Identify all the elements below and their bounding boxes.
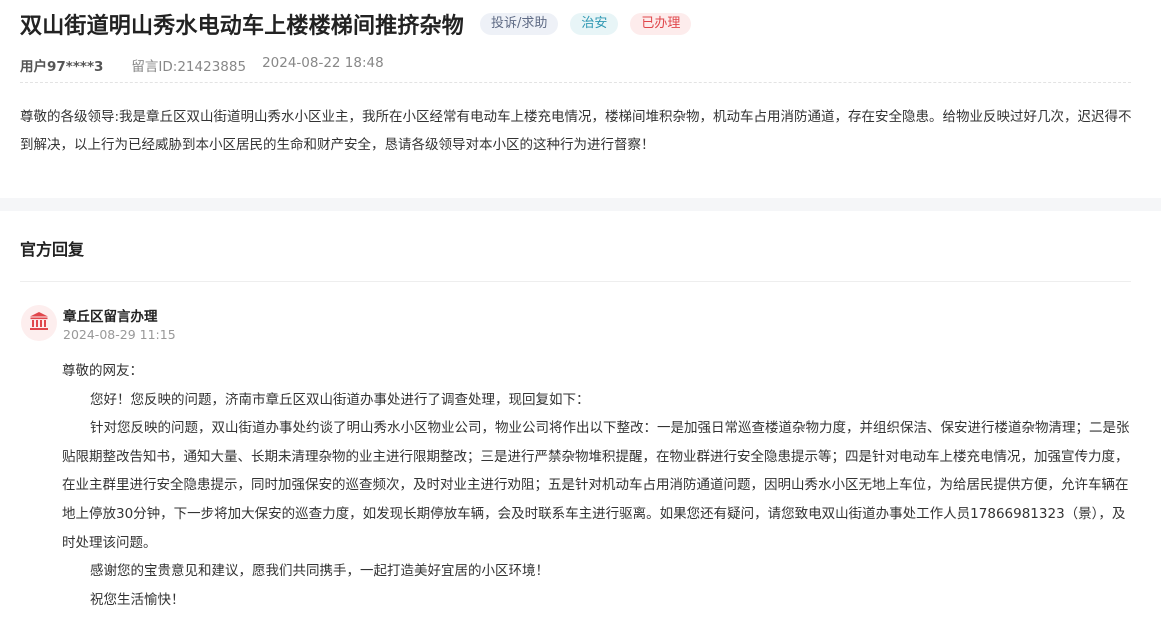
reply-closing: 祝您生活愉快！ — [90, 591, 185, 608]
reply-datetime: 2024-08-29 11:15 — [63, 327, 176, 342]
reply-paragraph-3: 感谢您的宝贵意见和建议，愿我们共同携手，一起打造美好宜居的小区环境！ — [90, 563, 549, 580]
category-tag: 投诉/求助 — [480, 13, 559, 35]
reply-heading: 官方回复 — [20, 240, 85, 259]
topic-tag: 治安 — [570, 13, 619, 35]
title-row: 双山街道明山秀水电动车上楼楼梯间推挤杂物 投诉/求助 治安 已办理 — [20, 8, 692, 40]
reply-paragraph-2: 针对您反映的问题，双山街道办事处约谈了明山秀水小区物业公司，物业公司将作出以下整… — [62, 420, 1130, 551]
post-meta: 用户97****3 留言ID:21423885 2024-08-22 18:48 — [20, 55, 384, 75]
meta-divider — [20, 82, 1131, 83]
message-id: 留言ID:21423885 — [131, 59, 247, 75]
post-section: 双山街道明山秀水电动车上楼楼梯间推挤杂物 投诉/求助 治安 已办理 用户97**… — [0, 0, 1161, 198]
org-name: 章丘区留言办理 — [63, 309, 158, 325]
government-building-icon — [28, 310, 50, 336]
reply-content: 尊敬的网友： 您好！您反映的问题，济南市章丘区双山街道办事处进行了调查处理，现回… — [62, 357, 1135, 614]
post-title: 双山街道明山秀水电动车上楼楼梯间推挤杂物 — [20, 14, 465, 39]
section-separator — [0, 198, 1161, 211]
post-datetime: 2024-08-22 18:48 — [262, 55, 384, 71]
status-badge: 已办理 — [630, 13, 692, 35]
reply-paragraph-1: 您好！您反映的问题，济南市章丘区双山街道办事处进行了调查处理，现回复如下： — [90, 391, 590, 408]
reply-divider — [20, 281, 1131, 282]
org-avatar — [21, 305, 57, 341]
post-content: 尊敬的各级领导:我是章丘区双山街道明山秀水小区业主，我所在小区经常有电动车上楼充… — [20, 109, 1132, 153]
post-user: 用户97****3 — [20, 59, 104, 75]
reply-greeting: 尊敬的网友： — [62, 363, 143, 379]
